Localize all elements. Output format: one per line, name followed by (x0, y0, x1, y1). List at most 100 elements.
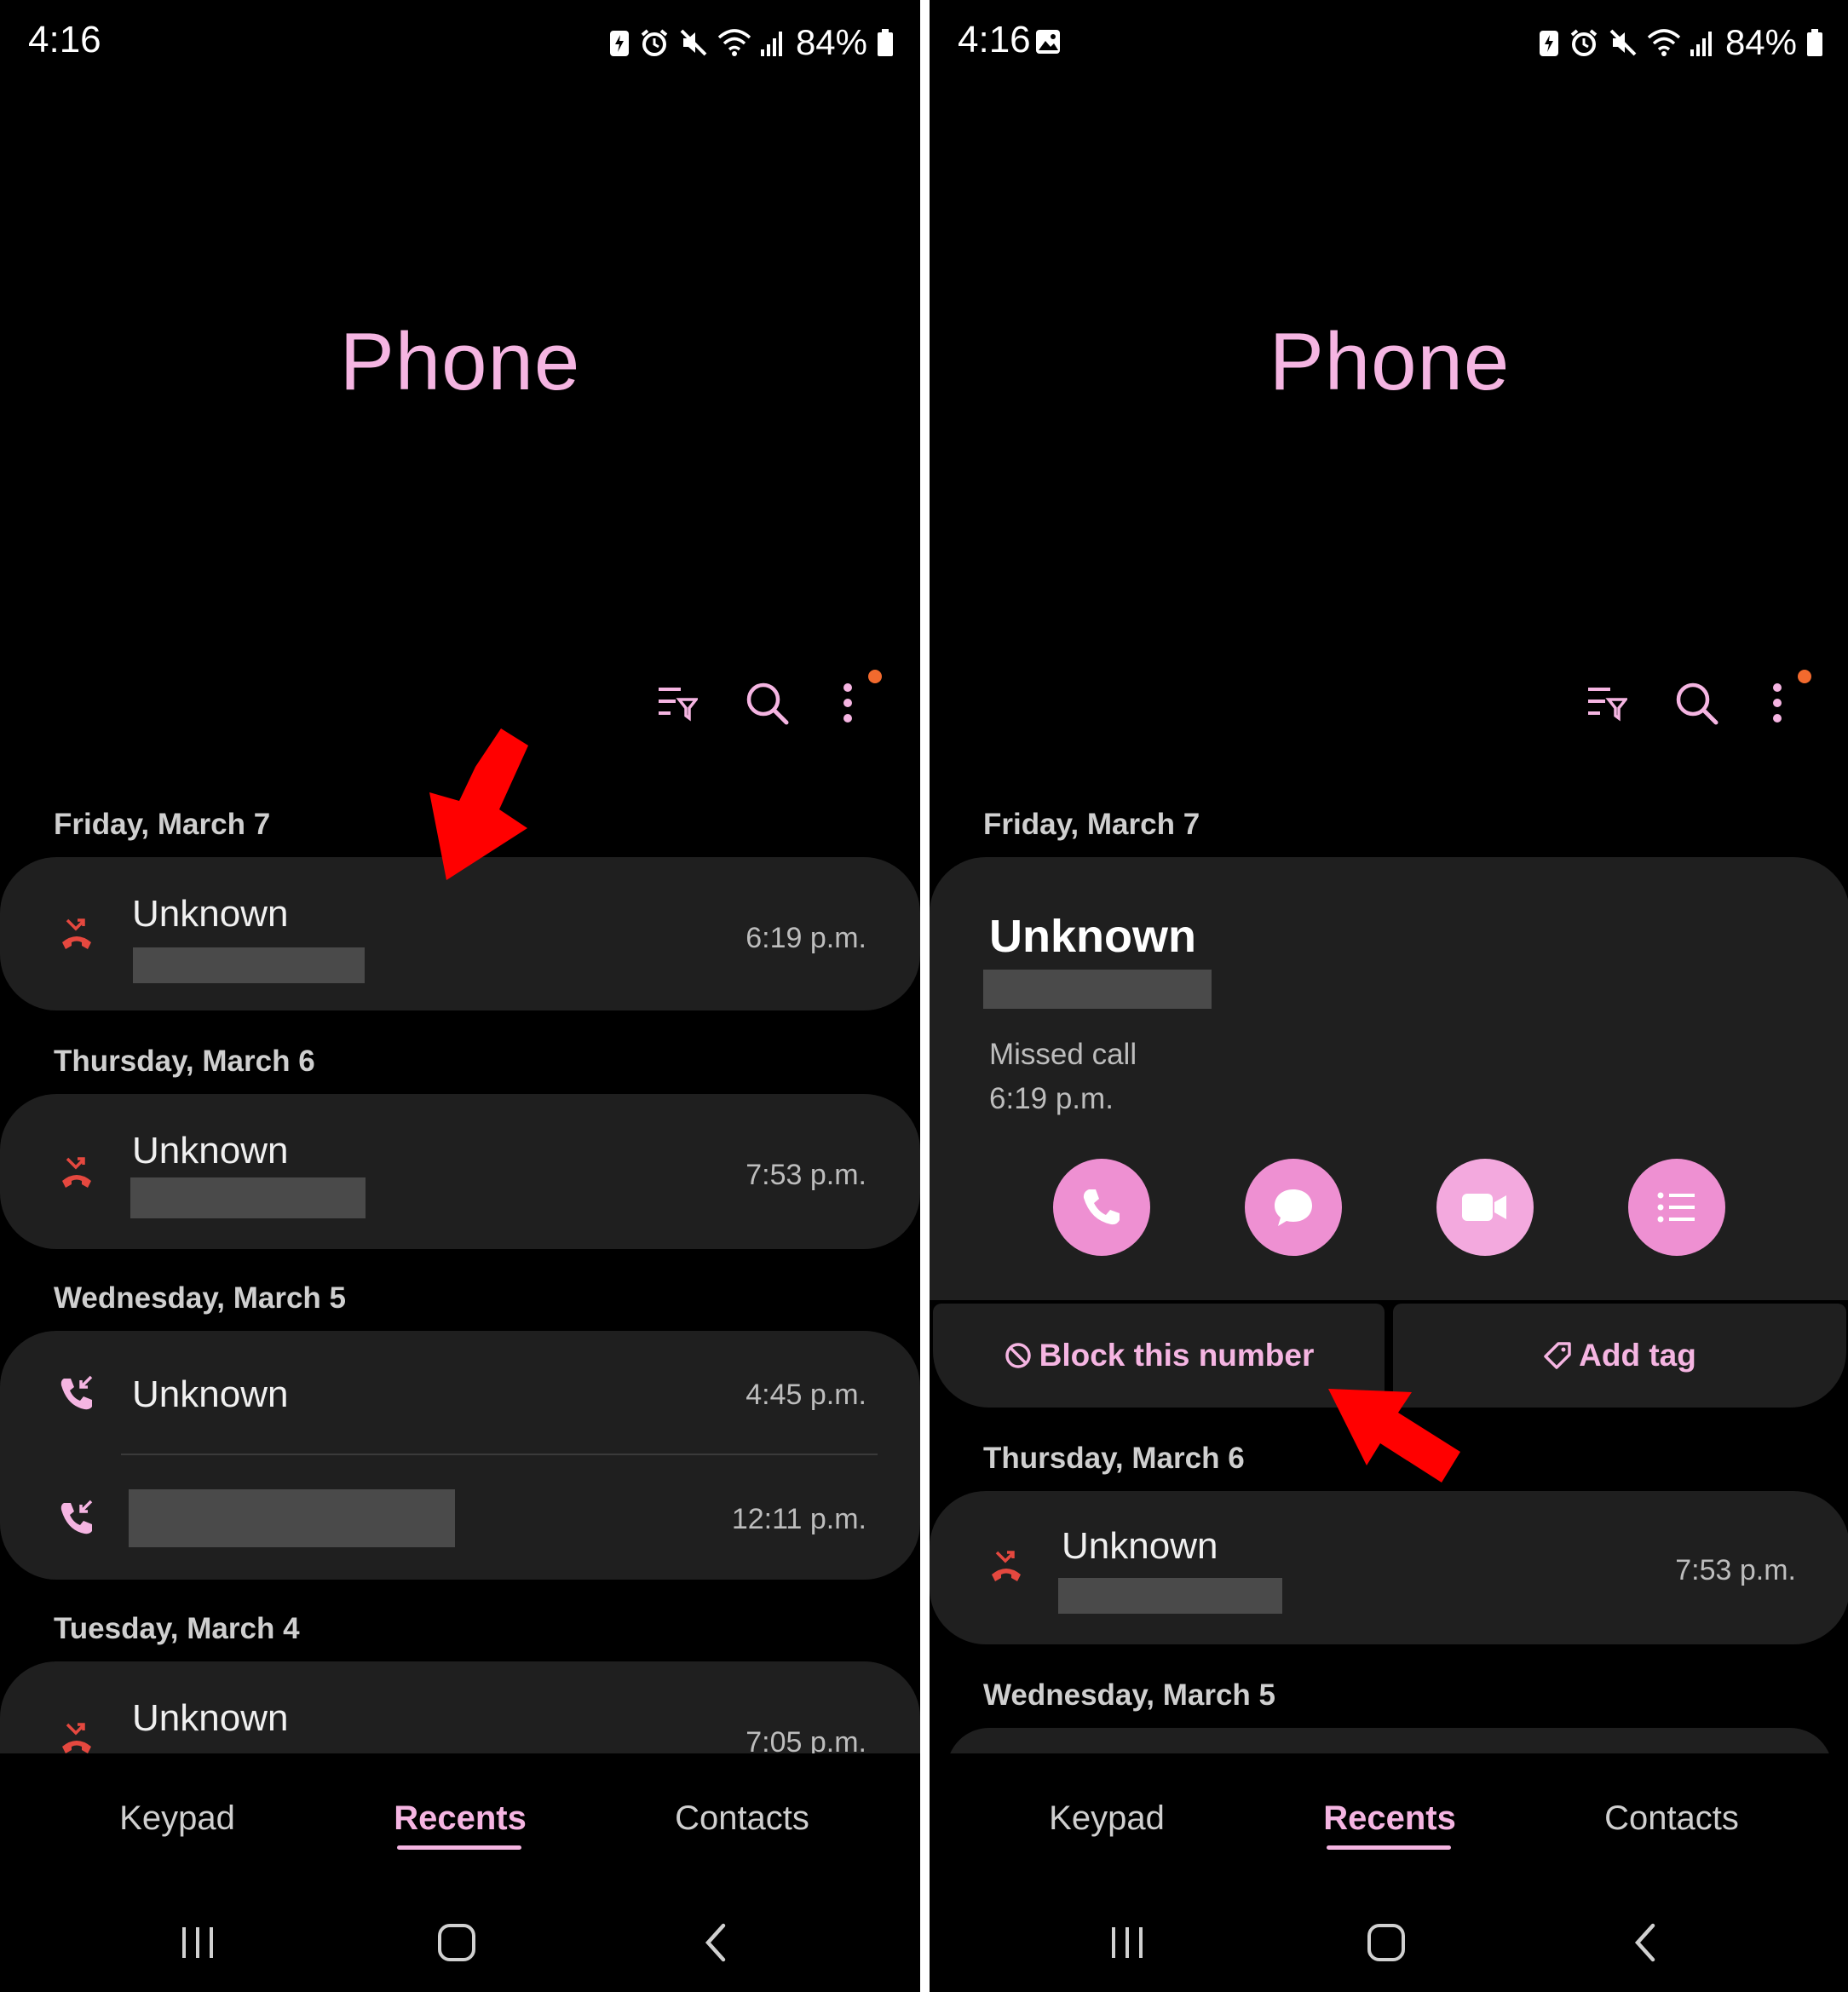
tab-keypad[interactable]: Keypad (1049, 1799, 1165, 1838)
message-icon (1275, 1189, 1312, 1226)
battery-saver-icon (1539, 31, 1558, 56)
date-header: Wednesday, March 5 (54, 1281, 346, 1315)
add-tag-label: Add tag (1579, 1338, 1696, 1373)
call-time: 7:53 p.m. (1675, 1554, 1796, 1586)
call-status: Missed call (989, 1038, 1137, 1071)
notification-dot (868, 670, 882, 683)
home-icon (438, 1924, 475, 1961)
status-icons: 84% (1529, 22, 1824, 62)
call-row[interactable]: Unknown 6:19 p.m. (0, 857, 920, 1010)
incoming-call-icon (60, 1500, 93, 1534)
mute-icon (1609, 29, 1637, 56)
alarm-icon (641, 29, 668, 56)
details-button[interactable] (1628, 1159, 1725, 1256)
battery-icon (878, 29, 893, 56)
search-icon (746, 682, 789, 725)
filter-icon (1588, 688, 1627, 722)
battery-icon (1807, 29, 1822, 56)
call-row[interactable]: Unknown 4:45 p.m. (0, 1331, 920, 1455)
caller-name: Unknown (1062, 1525, 1218, 1567)
signal-icon (1690, 32, 1712, 56)
battery-percent: 84% (795, 22, 867, 62)
call-time: 6:19 p.m. (746, 922, 866, 954)
add-tag-button[interactable]: Add tag (1393, 1304, 1846, 1408)
alarm-icon (1570, 29, 1598, 56)
call-card: Unknown 7:53 p.m. (930, 1491, 1848, 1644)
redacted-number (1058, 1578, 1282, 1614)
block-icon (1005, 1343, 1031, 1368)
recent-apps-button[interactable] (1102, 1917, 1153, 1968)
video-call-button[interactable] (1436, 1159, 1534, 1256)
caller-name: Unknown (989, 911, 1196, 962)
date-header: Thursday, March 6 (983, 1442, 1245, 1475)
tab-contacts[interactable]: Contacts (1599, 1799, 1744, 1838)
search-icon (1676, 682, 1718, 725)
more-options-button[interactable] (1752, 677, 1803, 728)
tab-contacts[interactable]: Contacts (670, 1799, 815, 1838)
date-header: Wednesday, March 5 (983, 1678, 1275, 1712)
call-time: 4:45 p.m. (746, 1379, 866, 1411)
status-icons: 84% (600, 22, 895, 62)
status-time: 4:16 (28, 19, 101, 60)
status-bar: 4:16 84% (930, 0, 1848, 85)
more-vert-icon (843, 683, 852, 723)
call-button[interactable] (1053, 1159, 1150, 1256)
call-card: Unknown 7:53 p.m. (0, 1094, 920, 1249)
search-button[interactable] (1671, 677, 1722, 728)
missed-call-icon (62, 918, 91, 949)
more-options-button[interactable] (822, 677, 873, 728)
call-card: Unknown 6:19 p.m. (0, 857, 920, 1010)
signal-icon (760, 32, 782, 56)
call-time: 7:53 p.m. (746, 1159, 866, 1191)
missed-call-icon (62, 1157, 91, 1188)
caller-name: Unknown (132, 1373, 289, 1415)
wifi-icon (1647, 29, 1681, 56)
filter-button[interactable] (1581, 677, 1632, 728)
redacted-number (133, 947, 365, 983)
tab-recents[interactable]: Recents (1323, 1799, 1456, 1838)
block-number-button[interactable]: Block this number (933, 1304, 1385, 1408)
back-button[interactable] (1620, 1917, 1671, 1968)
recent-apps-icon (1112, 1927, 1143, 1958)
expanded-call-card: Unknown Missed call 6:19 p.m. (930, 857, 1848, 1300)
tag-icon (1544, 1342, 1571, 1369)
back-icon (1634, 1923, 1655, 1962)
active-tab-indicator (1327, 1845, 1451, 1850)
redacted-number (130, 1177, 366, 1218)
missed-call-icon (992, 1551, 1021, 1581)
date-header: Thursday, March 6 (54, 1045, 315, 1078)
back-button[interactable] (690, 1917, 741, 1968)
mute-icon (680, 29, 707, 56)
battery-saver-icon (609, 31, 629, 56)
block-number-label: Block this number (1039, 1338, 1315, 1373)
wifi-icon (717, 29, 751, 56)
tab-keypad[interactable]: Keypad (119, 1799, 235, 1838)
home-icon (1367, 1924, 1405, 1961)
call-row[interactable]: Unknown 7:53 p.m. (0, 1094, 920, 1249)
home-button[interactable] (1361, 1917, 1412, 1968)
caller-name: Unknown (132, 1130, 289, 1172)
date-header: Friday, March 7 (54, 808, 271, 841)
call-time: 6:19 p.m. (989, 1082, 1114, 1115)
video-call-icon (1462, 1194, 1506, 1221)
call-row[interactable]: 12:11 p.m. (0, 1455, 920, 1580)
search-button[interactable] (741, 677, 792, 728)
tab-recents[interactable]: Recents (394, 1799, 527, 1838)
home-button[interactable] (431, 1917, 482, 1968)
details-list-icon (1657, 1192, 1695, 1223)
date-header: Tuesday, March 4 (54, 1612, 300, 1645)
active-tab-indicator (397, 1845, 521, 1850)
notification-dot (1798, 670, 1811, 683)
call-time: 12:11 p.m. (731, 1503, 866, 1535)
redacted-number (983, 970, 1212, 1009)
caller-name: Unknown (132, 1697, 289, 1739)
call-row[interactable]: Unknown 7:53 p.m. (930, 1491, 1848, 1644)
more-vert-icon (1773, 683, 1782, 723)
filter-button[interactable] (652, 677, 703, 728)
incoming-call-icon (60, 1375, 93, 1410)
message-button[interactable] (1245, 1159, 1342, 1256)
gallery-notification-icon (1036, 30, 1060, 54)
back-icon (705, 1923, 726, 1962)
recent-apps-button[interactable] (172, 1917, 223, 1968)
battery-percent: 84% (1724, 22, 1797, 62)
